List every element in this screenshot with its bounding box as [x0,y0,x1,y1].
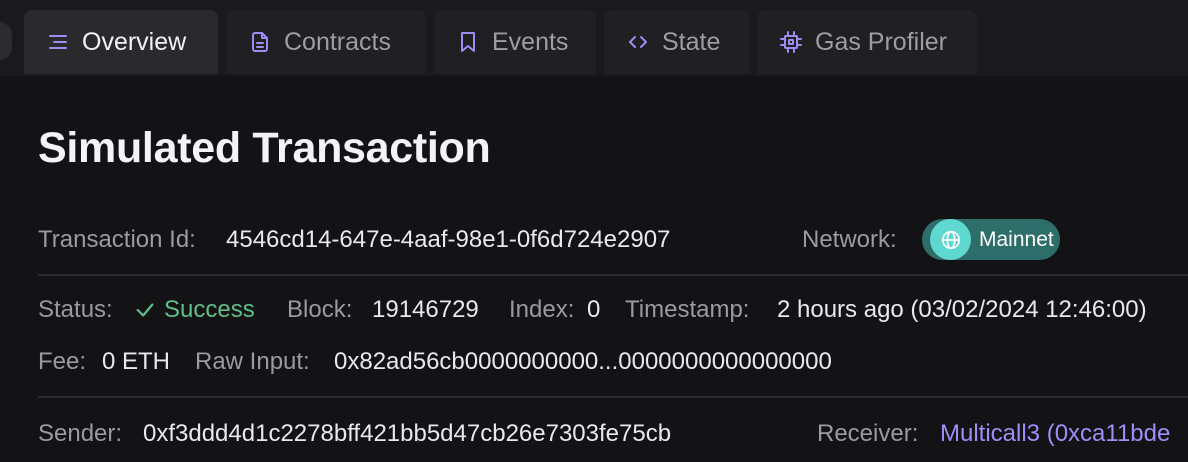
globe-icon [930,219,971,260]
receiver-link[interactable]: Multicall3 (0xca11bde [940,420,1170,448]
cpu-icon [779,30,803,54]
list-icon [46,30,70,54]
timestamp-label: Timestamp: [625,296,750,323]
transaction-id-label: Transaction Id: [38,226,196,253]
tab-label: Contracts [284,27,391,56]
divider [38,274,1188,276]
tab-bar: Overview Contracts Events State Gas Prof… [0,0,1188,76]
divider [38,396,1188,398]
transaction-id-value: 4546cd14-647e-4aaf-98e1-0f6d724e2907 [226,226,671,253]
network-label: Network: [802,226,897,253]
tab-state[interactable]: State [604,10,750,74]
timestamp-value: 2 hours ago (03/02/2024 12:46:00) [777,296,1147,323]
tab-gas-profiler[interactable]: Gas Profiler [757,10,977,74]
fee-value: 0 ETH [102,348,171,375]
check-icon [136,303,154,317]
status-label: Status: [38,296,113,323]
sender-value[interactable]: 0xf3ddd4d1c2278bff421bb5d47cb26e7303fe75… [143,420,671,448]
tab-events[interactable]: Events [434,10,596,74]
tab-contracts[interactable]: Contracts [226,10,426,74]
tab-overview[interactable]: Overview [24,10,218,74]
document-icon [248,30,272,54]
back-button[interactable] [0,22,12,60]
status-value: Success [164,296,255,323]
page-title: Simulated Transaction [38,124,491,172]
code-icon [626,30,650,54]
block-value: 19146729 [372,296,479,323]
tab-label: Overview [82,27,187,56]
network-value: Mainnet [979,227,1054,251]
receiver-label: Receiver: [817,420,919,447]
tab-label: Events [492,27,569,56]
index-value: 0 [587,296,601,323]
bookmark-icon [456,30,480,54]
fee-label: Fee: [38,348,87,375]
status-badge: Success [134,296,255,324]
tab-label: State [662,27,721,56]
sender-label: Sender: [38,420,123,447]
block-label: Block: [287,296,353,323]
tab-label: Gas Profiler [815,27,947,56]
raw-input-label: Raw Input: [195,348,310,375]
raw-input-value[interactable]: 0x82ad56cb0000000000...0000000000000000 [334,348,832,376]
network-badge: Mainnet [922,219,1060,260]
index-label: Index: [509,296,575,323]
